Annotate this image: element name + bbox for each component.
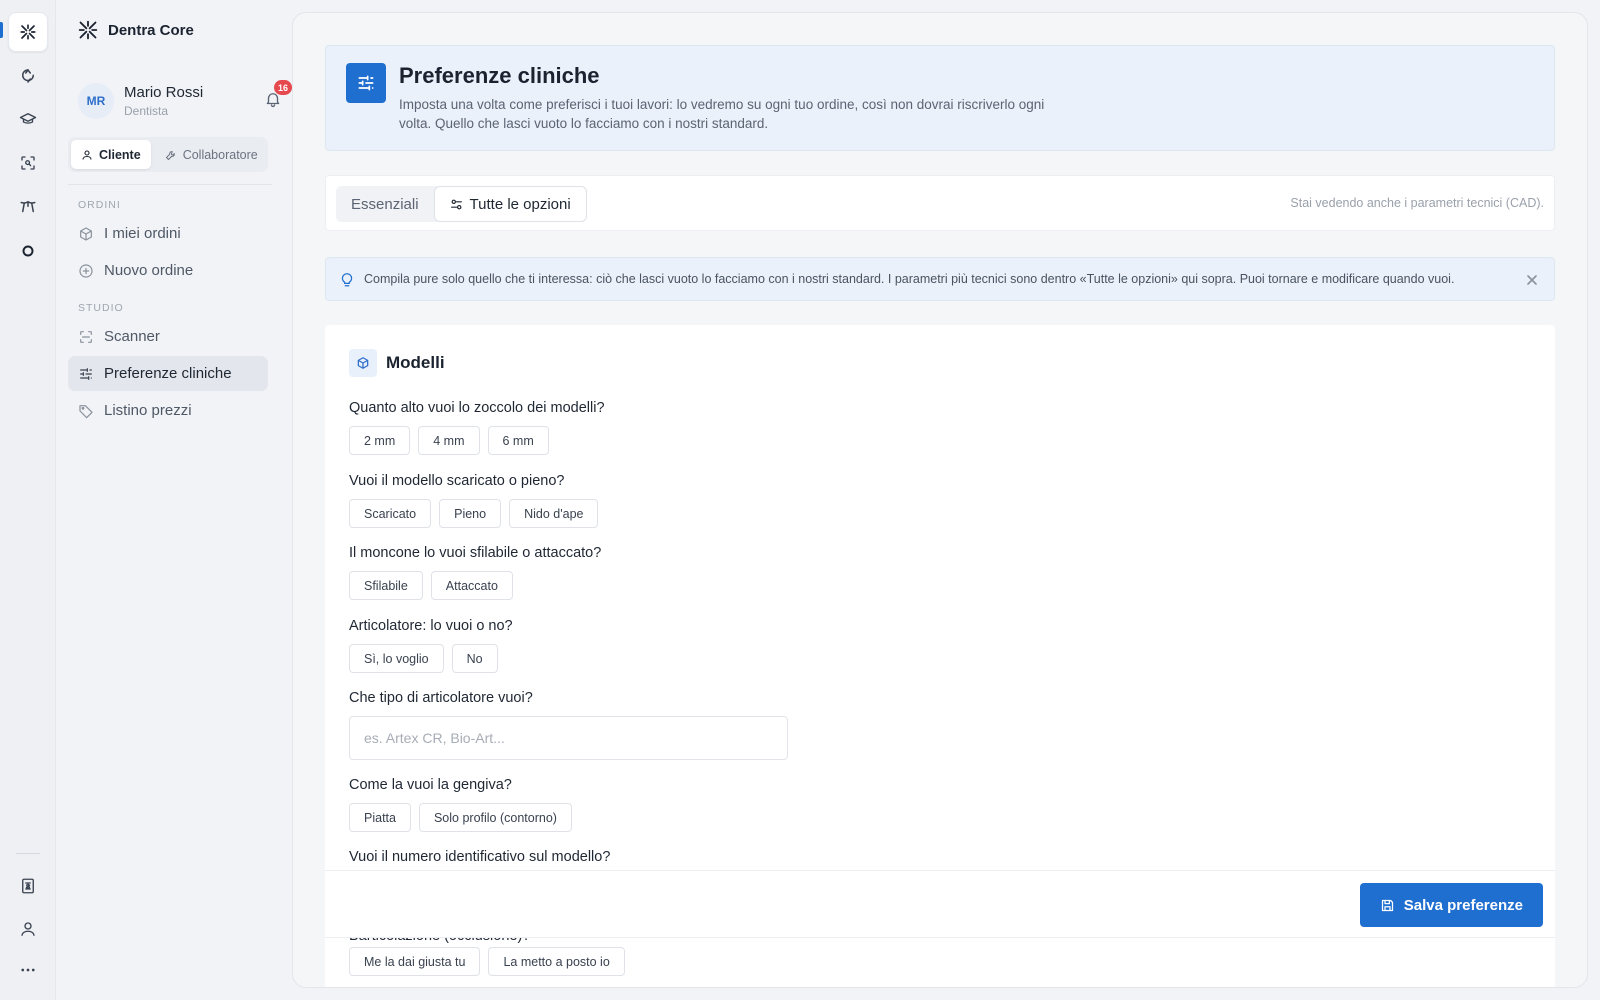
options-icon (450, 199, 462, 209)
option-button[interactable]: Pieno (439, 499, 502, 528)
page-title: Preferenze cliniche (399, 63, 600, 88)
option-button[interactable]: La metto a posto io (488, 947, 625, 976)
sidebar-item-label: Preferenze cliniche (104, 365, 232, 382)
rail-user-icon[interactable] (8, 909, 48, 949)
tab-essentials[interactable]: Essenziali (336, 186, 434, 222)
rail-logo-icon[interactable] (8, 12, 48, 52)
lightbulb-icon (340, 272, 354, 288)
tag-icon (79, 404, 93, 418)
save-icon (1381, 899, 1393, 911)
option-button[interactable]: Attaccato (430, 571, 513, 600)
role-switch: Cliente Collaboratore (68, 137, 268, 172)
question-model-type: Vuoi il modello scaricato o pieno? (349, 473, 565, 489)
question-model-id: Vuoi il numero identificativo sul modell… (349, 849, 611, 865)
option-button[interactable]: Solo profilo (contorno) (418, 803, 572, 832)
rail-invoice-icon[interactable] (8, 866, 48, 906)
option-button[interactable]: Piatta (349, 803, 411, 832)
sidebar-item-clinical-preferences[interactable]: Preferenze cliniche (68, 356, 268, 391)
cube-icon (349, 349, 377, 377)
notification-badge: 16 (274, 80, 293, 95)
info-banner-text: Compila pure solo quello che ti interess… (364, 272, 1455, 286)
page-description: Imposta una volta come preferisci i tuoi… (399, 97, 1045, 131)
role-client-button[interactable]: Cliente (71, 140, 151, 169)
user-profile[interactable]: MR Mario Rossi Dentista 16 (78, 80, 293, 124)
option-button[interactable]: 4 mm (418, 426, 480, 455)
option-button[interactable]: No (451, 644, 498, 673)
question-gingiva: Come la vuoi la gengiva? (349, 777, 512, 793)
plus-circle-icon (79, 263, 93, 278)
role-client-label: Cliente (99, 147, 141, 162)
page-header: Preferenze cliniche Imposta una volta co… (325, 45, 1555, 151)
icon-rail (0, 0, 56, 1000)
option-button[interactable]: 6 mm (487, 426, 549, 455)
role-collaborator-button[interactable]: Collaboratore (155, 140, 268, 169)
sidebar-divider (68, 184, 272, 185)
sliders-icon (346, 63, 386, 103)
sidebar-item-price-list[interactable]: Listino prezzi (68, 393, 268, 428)
option-button[interactable]: Sì, lo voglio (349, 644, 444, 673)
options-die-type: Sfilabile Attaccato (349, 571, 513, 600)
rail-graduation-cap-icon[interactable] (8, 99, 48, 139)
tab-essentials-label: Essenziali (351, 195, 419, 213)
save-preferences-button[interactable]: Salva preferenze (1359, 883, 1543, 927)
tab-all-options[interactable]: Tutte le opzioni (433, 186, 587, 222)
options-occlusion: Me la dai giusta tu La metto a posto io (349, 947, 625, 976)
box-icon (80, 226, 92, 241)
avatar: MR (78, 83, 114, 119)
sidebar-item-my-orders[interactable]: I miei ordini (68, 216, 268, 251)
close-icon[interactable] (1526, 273, 1538, 285)
sidebar-item-label: I miei ordini (104, 225, 181, 242)
brand[interactable]: Dentra Core (78, 20, 194, 40)
question-die-type: Il moncone lo vuoi sfilabile o attaccato… (349, 545, 602, 561)
sidebar: Dentra Core MR Mario Rossi Dentista 16 C… (56, 0, 293, 1000)
option-button[interactable]: Me la dai giusta tu (349, 947, 481, 976)
rail-active-marker (0, 22, 3, 38)
view-mode-segmented: Essenziali Tutte le opzioni (336, 186, 587, 222)
tab-all-options-label: Tutte le opzioni (469, 195, 571, 213)
view-mode-note: Stai vedendo anche i parametri tecnici (… (1290, 196, 1544, 210)
rail-route-icon[interactable] (8, 56, 48, 96)
rail-more-icon[interactable] (8, 950, 48, 990)
option-button[interactable]: Sfilabile (349, 571, 423, 600)
wrench-icon (165, 150, 175, 160)
save-preferences-label: Salva preferenze (1403, 896, 1523, 914)
user-role: Dentista (124, 104, 169, 118)
rail-divider (16, 853, 40, 854)
section-label-orders: ORDINI (78, 199, 121, 211)
option-button[interactable]: Nido d'ape (509, 499, 599, 528)
option-button[interactable]: 2 mm (349, 426, 411, 455)
view-tabs-bar: Essenziali Tutte le opzioni Stai vedendo… (325, 175, 1555, 231)
sidebar-item-label: Scanner (104, 328, 160, 345)
rail-ring-icon[interactable] (8, 231, 48, 271)
sidebar-item-scanner[interactable]: Scanner (68, 319, 268, 354)
brand-logo-icon (78, 20, 98, 40)
role-collaborator-label: Collaboratore (182, 147, 258, 162)
option-button[interactable]: Scaricato (349, 499, 432, 528)
sidebar-item-new-order[interactable]: Nuovo ordine (68, 253, 268, 288)
sliders-icon (80, 367, 92, 380)
scan-icon (80, 330, 92, 343)
section-title: Modelli (386, 353, 445, 372)
question-articulator: Articolatore: lo vuoi o no? (349, 618, 513, 634)
brand-name: Dentra Core (108, 21, 194, 39)
section-label-studio: STUDIO (78, 302, 124, 314)
info-banner: Compila pure solo quello che ti interess… (325, 257, 1555, 301)
options-gingiva: Piatta Solo profilo (contorno) (349, 803, 572, 832)
options-base-height: 2 mm 4 mm 6 mm (349, 426, 549, 455)
options-model-type: Scaricato Pieno Nido d'ape (349, 499, 599, 528)
options-articulator: Sì, lo voglio No (349, 644, 498, 673)
user-icon (82, 149, 92, 160)
articulator-type-input[interactable] (349, 716, 788, 760)
question-base-height: Quanto alto vuoi lo zoccolo dei modelli? (349, 400, 605, 416)
save-bar: Salva preferenze (325, 870, 1555, 938)
question-articulator-type: Che tipo di articolatore vuoi? (349, 690, 533, 706)
rail-scan-search-icon[interactable] (8, 143, 48, 183)
sidebar-item-label: Listino prezzi (104, 402, 192, 419)
sidebar-item-label: Nuovo ordine (104, 262, 194, 279)
user-name: Mario Rossi (124, 84, 204, 101)
rail-tooth-icon[interactable] (8, 187, 48, 227)
main-panel: Preferenze cliniche Imposta una volta co… (292, 12, 1588, 988)
section-header-models: Modelli (349, 349, 445, 377)
